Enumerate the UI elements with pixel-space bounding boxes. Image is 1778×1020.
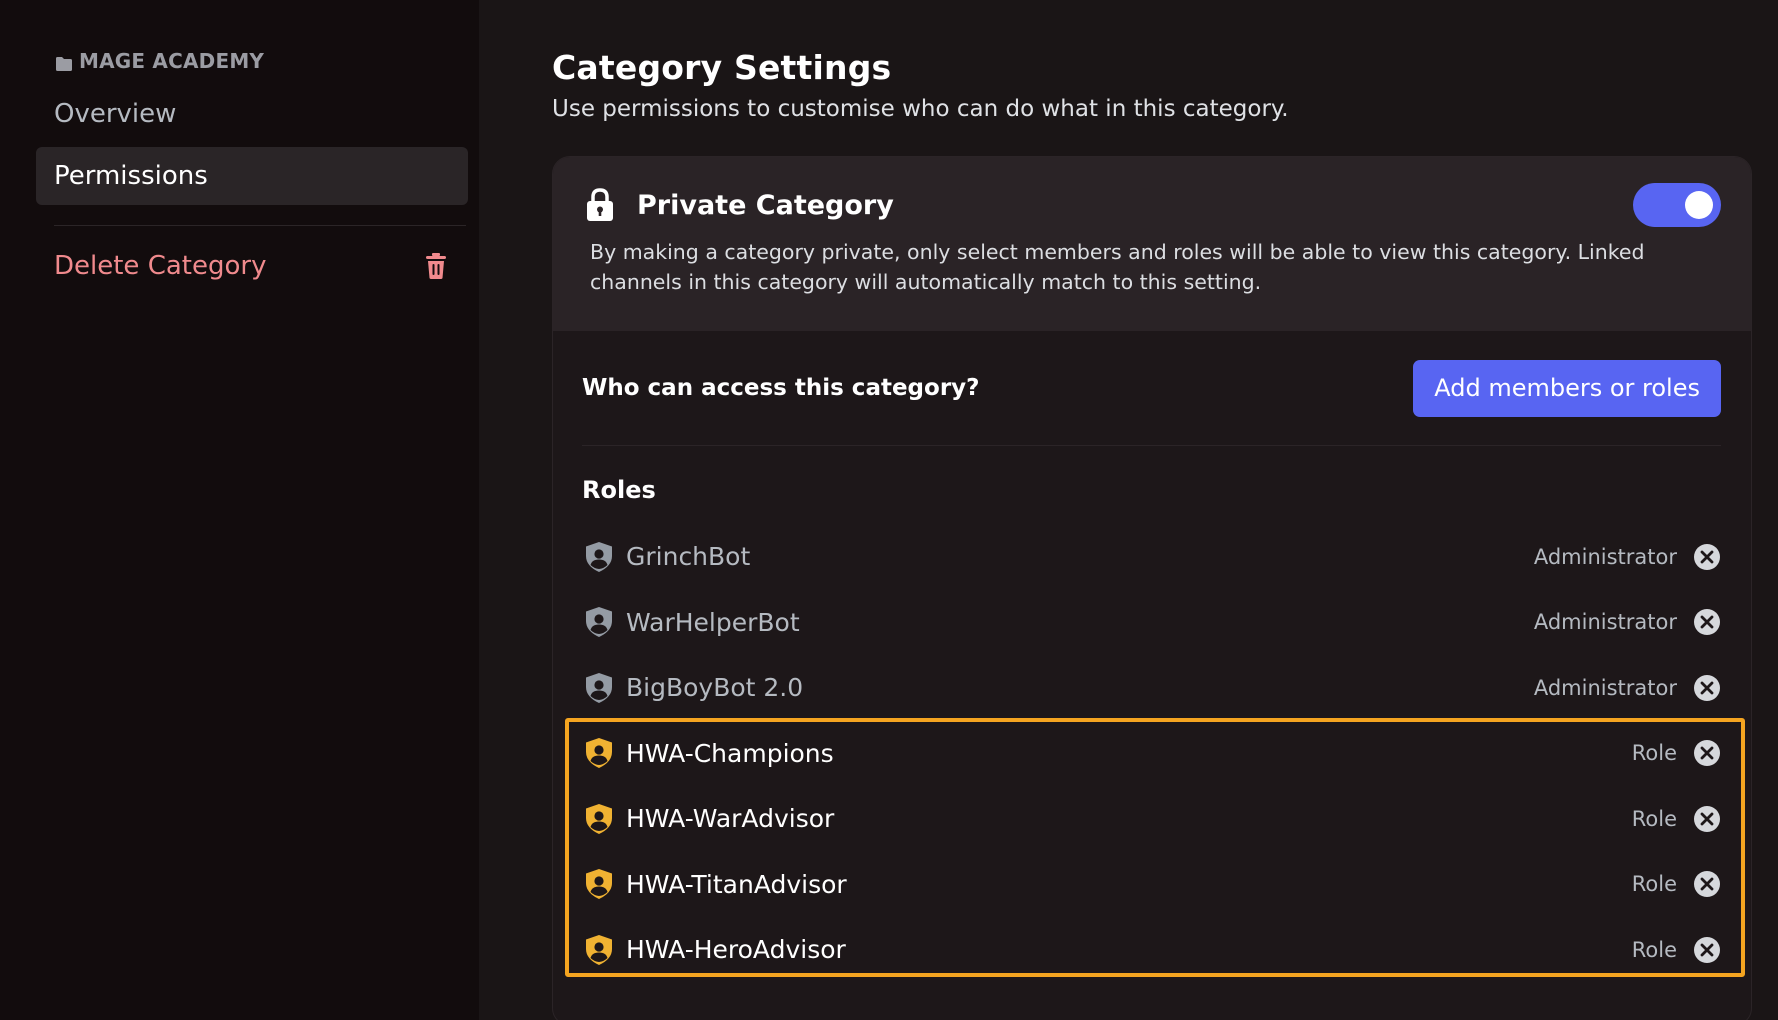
role-type: Role — [1631, 872, 1677, 897]
private-category-row: Private Category — [585, 183, 1721, 227]
remove-role-icon[interactable] — [1693, 608, 1721, 636]
private-category-toggle[interactable] — [1633, 183, 1721, 227]
access-section: Who can access this category? Add member… — [553, 331, 1751, 983]
private-category-title: Private Category — [637, 189, 894, 221]
role-info: BigBoyBot 2.0 — [582, 671, 803, 705]
role-type: Administrator — [1533, 675, 1677, 700]
sidebar-item-permissions[interactable]: Permissions — [36, 147, 468, 205]
role-type: Role — [1631, 741, 1677, 766]
role-info: WarHelperBot — [582, 605, 800, 639]
role-name: HWA-TitanAdvisor — [626, 869, 847, 899]
remove-role-icon[interactable] — [1693, 739, 1721, 767]
role-list: GrinchBot Administrator WarHelperBot Adm… — [582, 524, 1721, 983]
sidebar-item-label: Permissions — [54, 161, 208, 191]
lock-icon — [585, 187, 615, 223]
app-window: MAGE ACADEMY Overview Permissions Delete… — [0, 0, 1778, 1020]
role-type: Administrator — [1533, 610, 1677, 635]
role-shield-icon — [582, 933, 616, 967]
role-shield-icon — [582, 736, 616, 770]
sidebar-item-overview[interactable]: Overview — [36, 85, 468, 143]
remove-role-icon[interactable] — [1693, 543, 1721, 571]
folder-icon — [55, 53, 73, 71]
role-shield-icon — [582, 802, 616, 836]
role-shield-icon — [582, 540, 616, 574]
role-type: Role — [1631, 937, 1677, 962]
remove-role-icon[interactable] — [1693, 936, 1721, 964]
permissions-card: Private Category By making a category pr… — [552, 156, 1752, 1020]
private-category-description: By making a category private, only selec… — [590, 240, 1645, 294]
remove-role-icon[interactable] — [1693, 805, 1721, 833]
role-meta: Role — [1632, 739, 1721, 767]
private-category-heading: Private Category — [585, 187, 894, 223]
access-header-row: Who can access this category? Add member… — [582, 331, 1721, 446]
role-shield-icon — [582, 605, 616, 639]
role-info: HWA-HeroAdvisor — [582, 933, 846, 967]
page-title: Category Settings — [552, 48, 892, 87]
delete-category-button[interactable]: Delete Category — [36, 238, 468, 294]
main-content: Category Settings Use permissions to cus… — [479, 0, 1778, 1020]
role-type: Administrator — [1533, 544, 1677, 569]
sidebar: MAGE ACADEMY Overview Permissions Delete… — [0, 0, 479, 1020]
table-row: WarHelperBot Administrator — [582, 590, 1721, 656]
role-shield-icon — [582, 867, 616, 901]
role-name: WarHelperBot — [626, 607, 800, 637]
role-name: HWA-Champions — [626, 738, 834, 768]
remove-role-icon[interactable] — [1693, 870, 1721, 898]
table-row: GrinchBot Administrator — [582, 524, 1721, 590]
role-info: HWA-WarAdvisor — [582, 802, 834, 836]
remove-role-icon[interactable] — [1693, 674, 1721, 702]
category-name: MAGE ACADEMY — [79, 49, 265, 73]
role-info: HWA-TitanAdvisor — [582, 867, 847, 901]
role-name: HWA-HeroAdvisor — [626, 935, 846, 965]
private-category-section: Private Category By making a category pr… — [553, 157, 1751, 331]
role-meta: Administrator — [1534, 608, 1721, 636]
role-meta: Role — [1632, 870, 1721, 898]
page-subtitle: Use permissions to customise who can do … — [552, 96, 1289, 122]
role-meta: Administrator — [1534, 674, 1721, 702]
role-type: Role — [1631, 806, 1677, 831]
add-members-or-roles-button[interactable]: Add members or roles — [1413, 359, 1721, 417]
role-name: HWA-WarAdvisor — [626, 804, 835, 834]
role-info: HWA-Champions — [582, 736, 834, 770]
table-row: BigBoyBot 2.0 Administrator — [582, 655, 1721, 721]
sidebar-item-label: Overview — [54, 99, 177, 129]
role-name: GrinchBot — [626, 542, 751, 572]
sidebar-divider — [54, 225, 466, 226]
role-meta: Administrator — [1534, 543, 1721, 571]
table-row: HWA-Champions Role — [582, 721, 1721, 787]
toggle-knob — [1685, 191, 1713, 219]
role-meta: Role — [1632, 805, 1721, 833]
table-row: HWA-HeroAdvisor Role — [582, 917, 1721, 983]
table-row: HWA-TitanAdvisor Role — [582, 852, 1721, 918]
role-name: BigBoyBot 2.0 — [626, 673, 804, 703]
table-row: HWA-WarAdvisor Role — [582, 786, 1721, 852]
trash-icon — [424, 252, 448, 280]
role-meta: Role — [1632, 936, 1721, 964]
category-header: MAGE ACADEMY — [55, 48, 468, 74]
role-shield-icon — [582, 671, 616, 705]
roles-header: Roles — [582, 476, 656, 504]
delete-category-label: Delete Category — [54, 251, 267, 281]
role-info: GrinchBot — [582, 540, 750, 574]
access-title: Who can access this category? — [582, 375, 980, 401]
